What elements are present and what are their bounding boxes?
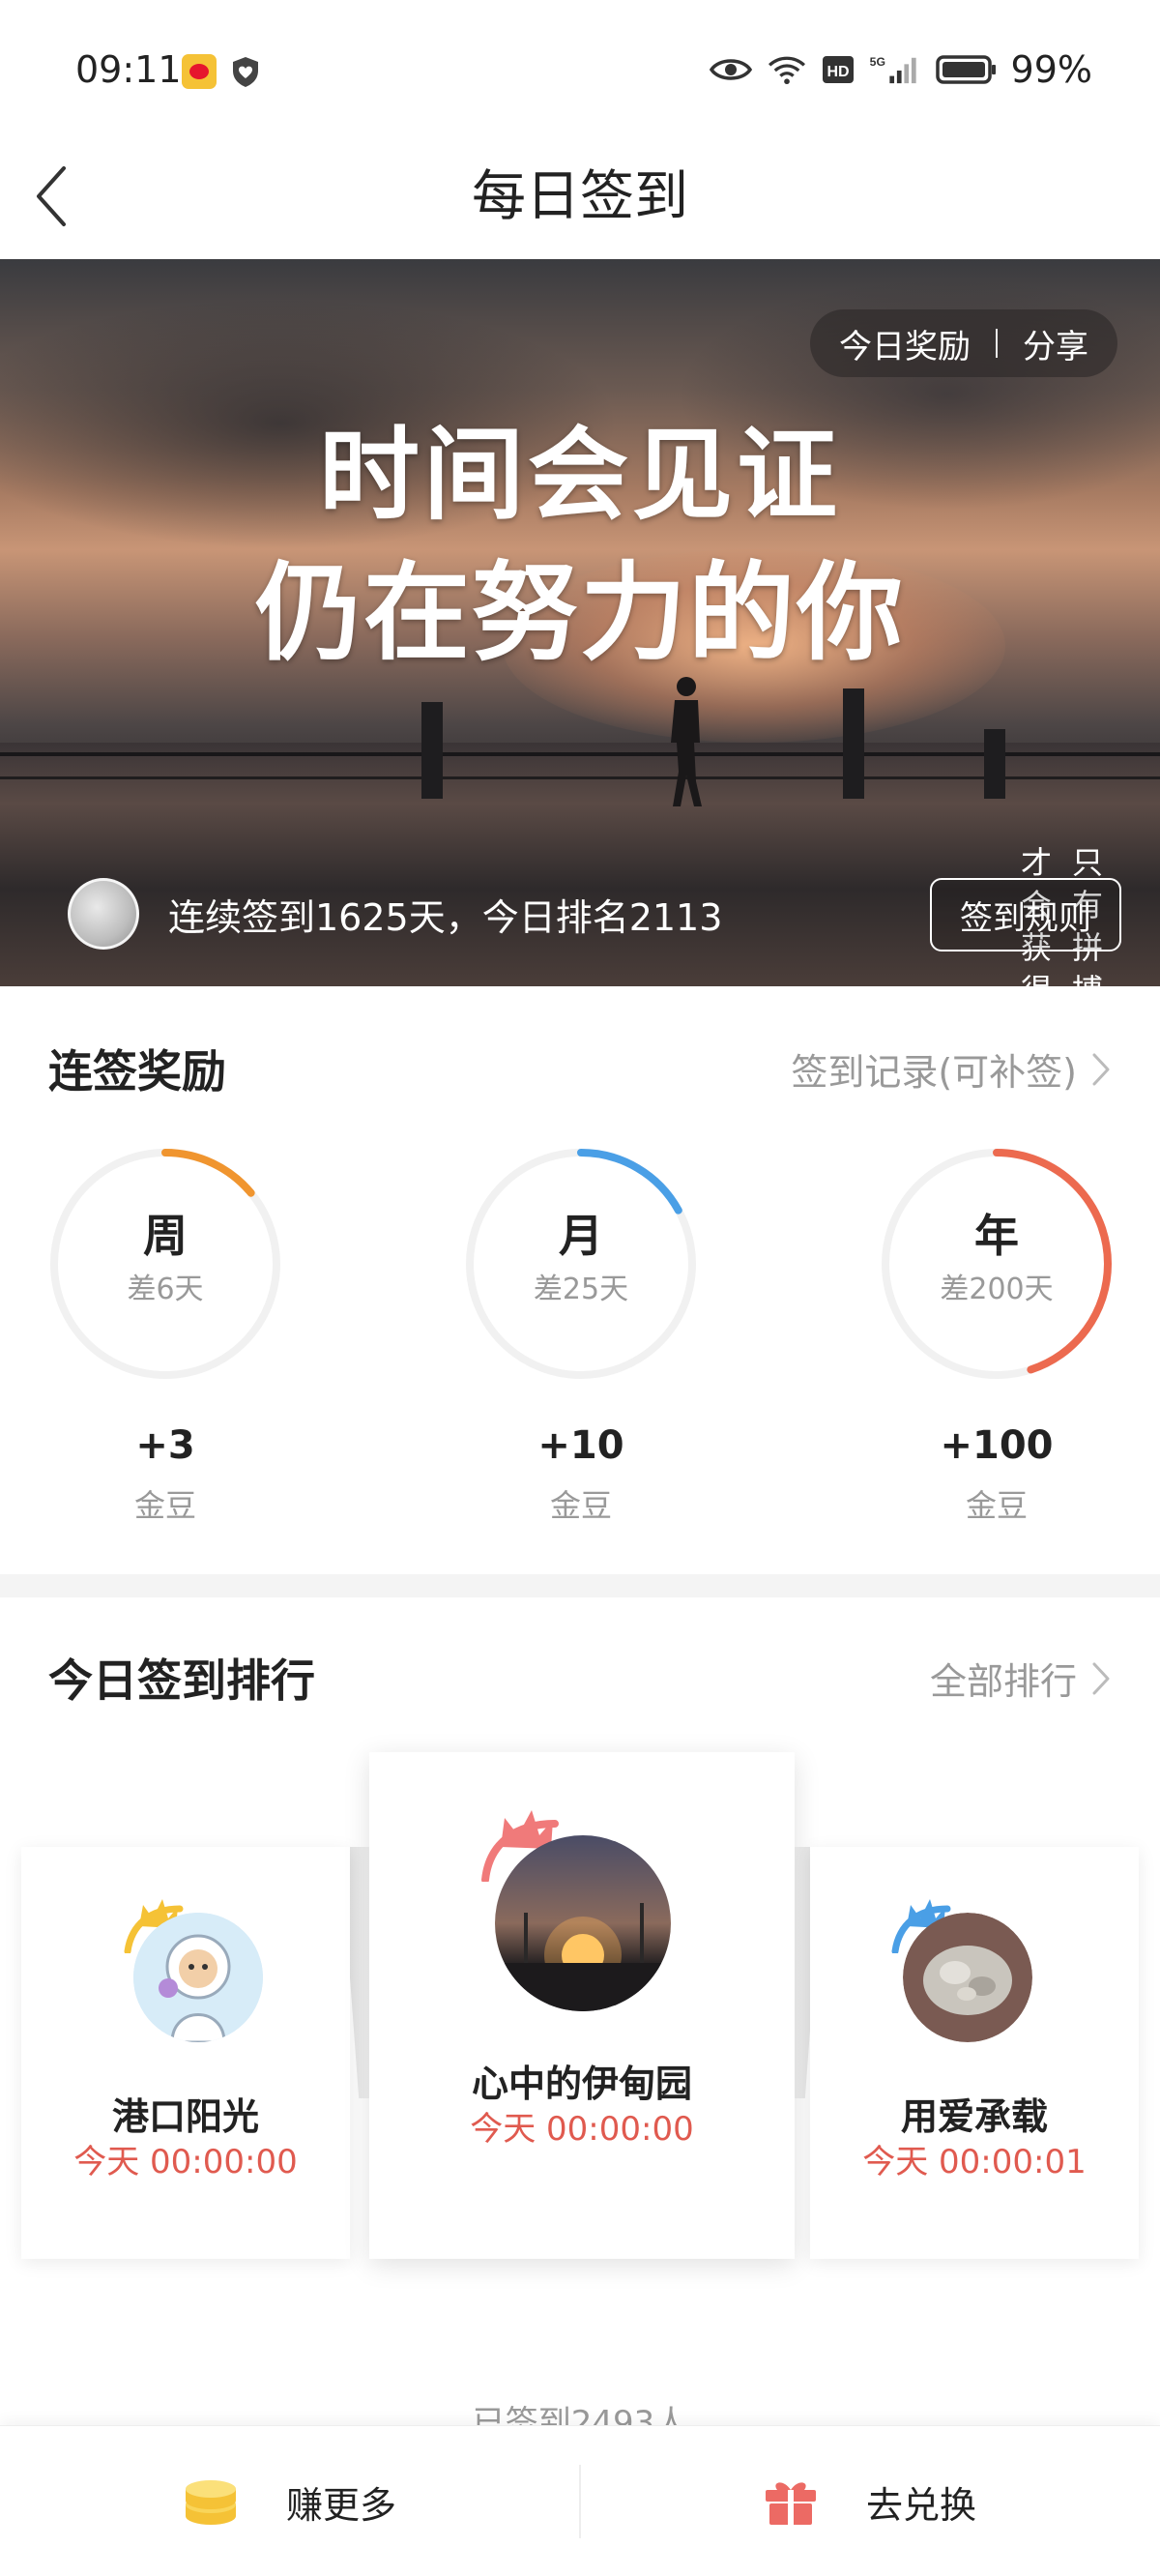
banner-headline-line1: 时间会见证 xyxy=(318,415,841,534)
banner-post xyxy=(421,702,443,799)
sign-in-record-link[interactable]: 签到记录(可补签) xyxy=(791,1042,1112,1096)
streak-ring: 月差25天 xyxy=(460,1143,702,1385)
all-ranking-link[interactable]: 全部排行 xyxy=(930,1652,1112,1705)
ranking-card-third[interactable]: 用爱承载 今天 00:00:01 xyxy=(810,1847,1139,2259)
reward-share-pill: 今日奖励 分享 xyxy=(810,309,1117,377)
chevron-right-icon xyxy=(1092,1662,1110,1694)
streak-status-text: 连续签到1625天，今日排名2113 xyxy=(168,895,723,939)
page-title: 每日签到 xyxy=(472,165,688,228)
svg-text:HD: HD xyxy=(826,64,849,80)
earn-more-label: 赚更多 xyxy=(285,2483,396,2527)
redeem-button[interactable]: 去兑换 xyxy=(580,2426,1160,2576)
chevron-right-icon xyxy=(1092,1053,1110,1085)
reward-amount: +100 xyxy=(940,1423,1054,1468)
ring-days-remaining: 差200天 xyxy=(940,1273,1054,1306)
shield-heart-icon xyxy=(228,54,263,89)
ring-period-label: 年 xyxy=(974,1210,1019,1262)
earn-more-button[interactable]: 赚更多 xyxy=(0,2426,580,2576)
coins-icon xyxy=(185,2480,236,2525)
reward-amount: +3 xyxy=(135,1423,195,1468)
sign-in-rules-button[interactable]: 签到规则 xyxy=(930,878,1121,951)
ranking-card-second[interactable]: 港口阳光 今天 00:00:00 xyxy=(21,1847,350,2259)
battery-icon xyxy=(935,55,996,84)
ranking-time: 今天 00:00:00 xyxy=(470,2110,694,2149)
signal-5g-icon: 5G xyxy=(869,55,916,84)
ring-period-label: 月 xyxy=(559,1210,603,1262)
redeem-label: 去兑换 xyxy=(865,2483,976,2527)
battery-percentage: 99% xyxy=(1010,48,1092,91)
ranking-time: 今天 00:00:01 xyxy=(862,2143,1087,2181)
status-time: 09:11 xyxy=(75,48,182,91)
ranking-card-first[interactable]: 心中的伊甸园 今天 00:00:00 xyxy=(369,1752,795,2259)
bottom-action-bar: 赚更多 去兑换 xyxy=(0,2425,1160,2576)
svg-text:5G: 5G xyxy=(869,55,884,69)
ranking-avatar xyxy=(133,1913,263,2042)
back-arrow-icon[interactable] xyxy=(27,153,85,240)
ring-period-label: 周 xyxy=(143,1210,188,1262)
eye-icon xyxy=(709,59,752,80)
wifi-icon xyxy=(768,56,805,85)
hd-icon: HD xyxy=(822,56,854,83)
user-avatar[interactable] xyxy=(68,878,139,950)
reward-amount: +10 xyxy=(537,1423,624,1468)
ranking-time: 今天 00:00:00 xyxy=(73,2143,298,2181)
status-indicators: HD 5G 99% xyxy=(709,48,1092,91)
ranking-title: 今日签到排行 xyxy=(48,1654,315,1707)
ranking-name: 心中的伊甸园 xyxy=(471,2063,692,2105)
walking-person-silhouette xyxy=(671,677,702,806)
banner-post xyxy=(843,688,864,799)
ranking-name: 港口阳光 xyxy=(111,2095,259,2138)
status-bar: 09:11 HD 5G 99% xyxy=(0,0,1160,135)
pill-divider xyxy=(996,329,998,358)
reward-unit: 金豆 xyxy=(133,1487,196,1524)
ring-days-remaining: 差6天 xyxy=(127,1273,204,1306)
ranking-avatar xyxy=(903,1913,1032,2042)
ring-days-remaining: 差25天 xyxy=(533,1273,629,1306)
share-link[interactable]: 分享 xyxy=(1023,320,1088,367)
nav-bar: 每日签到 xyxy=(0,135,1160,259)
banner-post xyxy=(984,729,1005,799)
sign-in-record-label: 签到记录(可补签) xyxy=(791,1051,1077,1094)
streak-row: 连续签到1625天，今日排名2113 xyxy=(68,878,722,950)
ranking-name: 用爱承载 xyxy=(900,2095,1048,2138)
gift-icon xyxy=(765,2482,816,2525)
all-ranking-label: 全部排行 xyxy=(929,1660,1077,1703)
ranking-avatar xyxy=(495,1835,671,2011)
weibo-notification-icon xyxy=(182,54,217,89)
streak-ring: 周差6天 xyxy=(44,1143,286,1385)
section-divider xyxy=(0,1574,1160,1597)
streak-ring: 年差200天 xyxy=(876,1143,1117,1385)
reward-unit: 金豆 xyxy=(549,1487,612,1524)
reward-unit: 金豆 xyxy=(965,1487,1028,1524)
banner-headline-line2: 仍在努力的你 xyxy=(255,550,905,675)
streak-rewards-title: 连签奖励 xyxy=(48,1045,226,1098)
daily-quote-banner: 时间会见证 仍在努力的你 只有拼搏 才会获得 今日奖励 分享 连续签到1625天… xyxy=(0,259,1160,986)
today-reward-link[interactable]: 今日奖励 xyxy=(839,320,971,367)
